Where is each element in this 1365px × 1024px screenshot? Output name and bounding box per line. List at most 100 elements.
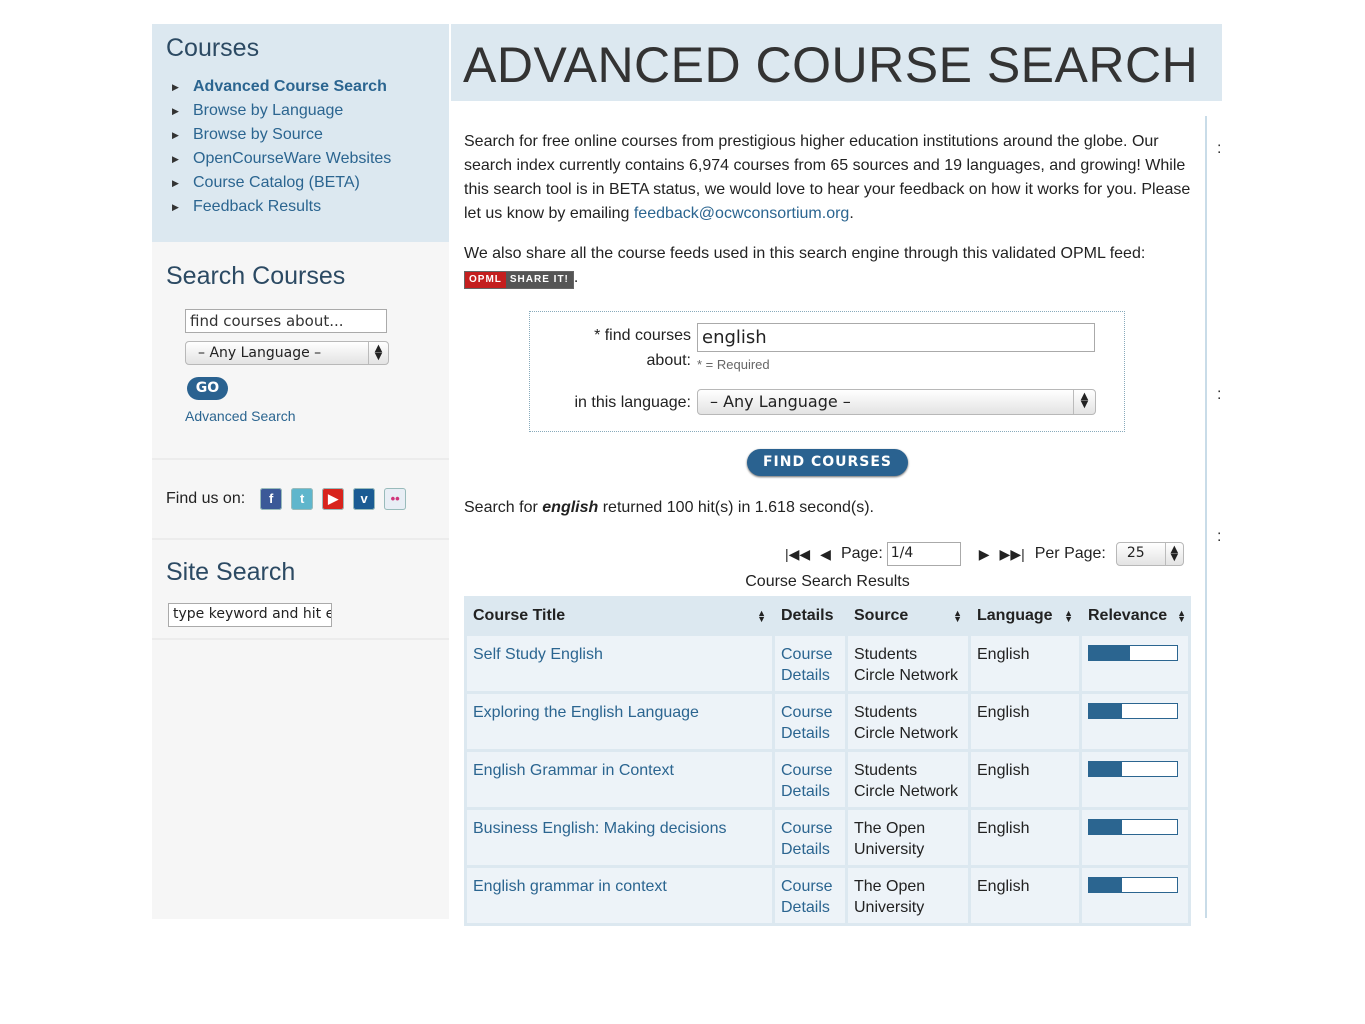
results-header-row: Course Title ▲ ▼ Details Source ▲ ▼ Langua…	[467, 599, 1188, 633]
site-search-input[interactable]: type keyword and hit e	[168, 603, 332, 627]
per-page-select[interactable]: 25 ▲ ▼	[1115, 542, 1184, 566]
course-details-link[interactable]: Course	[781, 762, 833, 779]
twitter-icon[interactable]: t	[291, 488, 314, 510]
course-details-link[interactable]: Course	[781, 878, 833, 895]
table-row: English grammar in context Course Details T…	[467, 868, 1188, 923]
details-cell: Course Details	[775, 636, 845, 691]
youtube-icon[interactable]: ▶	[322, 488, 345, 510]
relevance-bar	[1088, 703, 1178, 719]
opml-badge[interactable]: OPML SHARE IT!	[464, 270, 574, 289]
course-title-link[interactable]: Business English: Making decisions	[473, 820, 726, 837]
feedback-email-link[interactable]: feedback@ocwconsortium.org	[634, 205, 849, 222]
opml-paragraph: We also share all the course feeds used …	[464, 242, 1194, 290]
source-text: Circle Network	[854, 725, 959, 742]
table-row: Exploring the English Language Course Deta…	[467, 694, 1188, 749]
language-cell: English	[971, 868, 1079, 923]
intro-punct: .	[849, 205, 854, 222]
bullet-arrow-icon: ▶	[172, 130, 179, 140]
details-cell: Course Details	[775, 868, 845, 923]
bullet-arrow-icon: ▶	[172, 106, 179, 116]
sidebar-nav-item[interactable]: ▶ Advanced Course Search	[172, 75, 435, 99]
sidebar-nav-link[interactable]: Browse by Language	[193, 102, 343, 119]
col-header-label: Course Title	[473, 607, 566, 624]
sidebar-nav-item[interactable]: ▶ Course Catalog (BETA)	[172, 171, 435, 195]
social-icons: f t ▶ v ••	[251, 488, 407, 510]
course-details-link[interactable]: Course	[781, 646, 833, 663]
source-text: Students	[854, 646, 918, 663]
sidebar-nav-link[interactable]: OpenCourseWare Websites	[193, 150, 391, 167]
search-courses-heading: Search Courses	[166, 262, 346, 290]
find-courses-input[interactable]: english	[697, 323, 1095, 352]
course-details-link[interactable]: Details	[781, 725, 830, 742]
sidebar-nav-item[interactable]: ▶ Feedback Results	[172, 195, 435, 219]
language-cell: English	[971, 810, 1079, 865]
sidebar-search-input[interactable]: find courses about...	[185, 309, 387, 333]
col-header-label: Language	[977, 607, 1053, 624]
sidebar-language-select[interactable]: – Any Language – ▲ ▼	[185, 341, 389, 365]
page-input[interactable]: 1/4	[886, 542, 961, 566]
col-header-label: Details	[781, 607, 834, 624]
language-cell: English	[971, 752, 1079, 807]
sidebar-language-value: – Any Language –	[198, 345, 322, 361]
details-cell: Course Details	[775, 694, 845, 749]
col-header-label: Relevance	[1088, 607, 1168, 624]
course-details-link[interactable]: Details	[781, 841, 830, 858]
table-row: Self Study English Course Details Students C…	[467, 636, 1188, 691]
course-details-link[interactable]: Details	[781, 899, 830, 916]
first-page-icon[interactable]: |◀◀	[785, 546, 810, 563]
sidebar-nav-item[interactable]: ▶ Browse by Source	[172, 123, 435, 147]
relevance-cell	[1082, 868, 1188, 923]
main-content: Search for free online courses from pres…	[464, 130, 1194, 290]
language-cell: English	[971, 694, 1079, 749]
col-header-course-title[interactable]: Course Title ▲ ▼	[467, 599, 772, 633]
col-header-language[interactable]: Language ▲ ▼	[971, 599, 1079, 633]
col-header-relevance[interactable]: Relevance ▲ ▼	[1082, 599, 1188, 633]
go-button[interactable]: GO	[187, 377, 228, 400]
sidebar-nav-link[interactable]: Advanced Course Search	[193, 78, 387, 95]
sidebar-nav-link[interactable]: Feedback Results	[193, 198, 321, 215]
course-details-link[interactable]: Course	[781, 704, 833, 721]
source-cell: Students Circle Network	[848, 694, 968, 749]
relevance-bar	[1088, 645, 1178, 661]
course-title-link[interactable]: Exploring the English Language	[473, 704, 699, 721]
language-label: in this language:	[574, 394, 691, 411]
intro-paragraph: Search for free online courses from pres…	[464, 130, 1194, 226]
course-details-link[interactable]: Details	[781, 667, 830, 684]
relevance-bar-fill	[1089, 646, 1131, 660]
relevance-cell	[1082, 752, 1188, 807]
source-text: Circle Network	[854, 783, 959, 800]
course-title-link[interactable]: English grammar in context	[473, 878, 667, 895]
language-select[interactable]: – Any Language – ▲ ▼	[697, 389, 1096, 415]
vimeo-icon[interactable]: v	[353, 488, 376, 510]
find-courses-button[interactable]: FIND COURSES	[747, 449, 908, 476]
site-search-panel: Site Search type keyword and hit e	[152, 540, 449, 640]
bullet-arrow-icon: ▶	[172, 178, 179, 188]
sidebar-nav-item[interactable]: ▶ Browse by Language	[172, 99, 435, 123]
sidebar-nav-item[interactable]: ▶ OpenCourseWare Websites	[172, 147, 435, 171]
course-title-link[interactable]: English Grammar in Context	[473, 762, 674, 779]
course-title-link[interactable]: Self Study English	[473, 646, 603, 663]
sidebar-nav-link[interactable]: Browse by Source	[193, 126, 323, 143]
sort-icon: ▲ ▼	[1064, 608, 1073, 624]
source-text: The Open	[854, 878, 926, 895]
course-details-link[interactable]: Course	[781, 820, 833, 837]
results-table: Course Title ▲ ▼ Details Source ▲ ▼ Langua…	[464, 596, 1191, 926]
next-page-icon[interactable]: ▶	[979, 546, 990, 563]
course-details-link[interactable]: Details	[781, 783, 830, 800]
flickr-icon[interactable]: ••	[384, 488, 407, 510]
bullet-arrow-icon: ▶	[172, 154, 179, 164]
select-arrows-icon: ▲ ▼	[368, 342, 388, 364]
col-header-label: Source	[854, 607, 909, 624]
facebook-icon[interactable]: f	[260, 488, 283, 510]
advanced-search-link[interactable]: Advanced Search	[185, 408, 435, 424]
pagination: |◀◀ ◀ Page: 1/4 ▶ ▶▶| Per Page: 25 ▲ ▼	[785, 541, 1184, 567]
col-header-source[interactable]: Source ▲ ▼	[848, 599, 968, 633]
find-courses-label: * find courses	[594, 327, 691, 344]
last-page-icon[interactable]: ▶▶|	[1000, 546, 1025, 563]
source-cell: Students Circle Network	[848, 752, 968, 807]
relevance-bar	[1088, 819, 1178, 835]
site-search-heading: Site Search	[166, 558, 296, 586]
relevance-cell	[1082, 636, 1188, 691]
prev-page-icon[interactable]: ◀	[820, 546, 831, 563]
sidebar-nav-link[interactable]: Course Catalog (BETA)	[193, 174, 360, 191]
